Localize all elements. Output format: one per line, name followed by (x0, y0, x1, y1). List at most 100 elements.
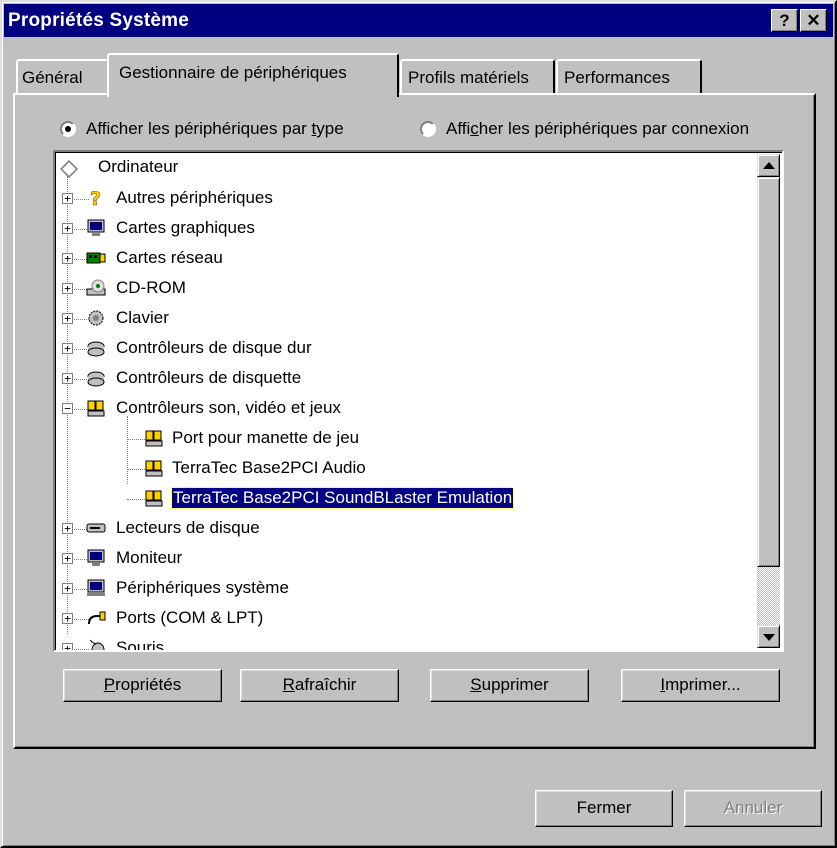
system-device-icon (85, 578, 107, 598)
expand-icon[interactable]: + (62, 583, 73, 594)
properties-button[interactable]: Propriétés (63, 669, 222, 702)
tab-device-manager[interactable]: Gestionnaire de périphériques (107, 53, 399, 97)
tree-item-label: Périphériques système (116, 578, 289, 597)
expand-icon[interactable]: + (62, 373, 73, 384)
svg-text:?: ? (90, 188, 101, 208)
tree-item-label: TerraTec Base2PCI Audio (172, 458, 366, 477)
radio-label: Afficher les périphériques par connexion (446, 119, 750, 138)
tab-performance[interactable]: Performances (556, 59, 702, 94)
tab-label: Performances (564, 68, 670, 87)
expand-icon[interactable]: + (62, 643, 73, 650)
monitor-icon (85, 218, 107, 238)
tree-root-label: Ordinateur (98, 157, 179, 176)
expand-icon[interactable]: + (62, 193, 73, 204)
sound-device-icon (143, 458, 165, 478)
tree-item[interactable]: + Cartes réseau (57, 244, 759, 274)
sound-device-icon (143, 428, 165, 448)
tree-item-label: Cartes graphiques (116, 218, 255, 237)
tab-hardware-profiles[interactable]: Profils matériels (400, 59, 555, 94)
tab-general[interactable]: Général (16, 59, 109, 94)
close-icon: ✕ (806, 11, 821, 30)
arrow-up-icon (763, 162, 775, 169)
radio-unchecked-icon[interactable] (420, 121, 436, 137)
tree-item-label: Contrôleurs de disquette (116, 368, 302, 387)
scroll-down-button[interactable] (757, 625, 780, 648)
tree-item[interactable]: + Lecteurs de disque (57, 514, 759, 544)
tree-item[interactable]: TerraTec Base2PCI SoundBLaster Emulation (57, 484, 759, 514)
remove-button[interactable]: Supprimer (430, 669, 589, 702)
expand-icon[interactable]: + (62, 223, 73, 234)
tree-item[interactable]: +? Autres périphériques (57, 184, 759, 214)
expand-icon[interactable]: + (62, 253, 73, 264)
tree-item[interactable]: + Contrôleurs de disque dur (57, 334, 759, 364)
tree-item[interactable]: + Périphériques système (57, 574, 759, 604)
tab-label: Général (22, 68, 83, 87)
tree-item[interactable]: + Cartes graphiques (57, 214, 759, 244)
tree-item[interactable]: + Ports (COM & LPT) (57, 604, 759, 634)
mouse-icon (85, 638, 107, 650)
collapse-icon[interactable]: − (62, 403, 73, 414)
refresh-button[interactable]: Rafraîchir (240, 669, 399, 702)
arrow-down-icon (763, 634, 775, 641)
tree-item[interactable]: + Contrôleurs de disquette (57, 364, 759, 394)
tree-item-label: Autres périphériques (116, 188, 273, 207)
expand-icon[interactable]: + (62, 553, 73, 564)
radio-view-by-type[interactable]: Afficher les périphériques par type (60, 117, 344, 141)
monitor-icon (85, 548, 107, 568)
sound-device-icon (143, 488, 165, 508)
close-window-button[interactable]: ✕ (800, 9, 827, 32)
network-card-icon (85, 248, 107, 268)
tree-item[interactable]: − Contrôleurs son, vidéo et jeux (57, 394, 759, 424)
tree-root-row[interactable]: Ordinateur (57, 154, 759, 184)
tree-item-label: TerraTec Base2PCI SoundBLaster Emulation (170, 487, 515, 509)
help-icon: ? (779, 11, 790, 30)
computer-diamond-icon (58, 159, 80, 179)
radio-view-by-connection[interactable]: Afficher les périphériques par connexion (420, 117, 749, 141)
expand-icon[interactable]: + (62, 313, 73, 324)
tree-item[interactable]: + Clavier (57, 304, 759, 334)
tree-item-label: Souris (116, 638, 165, 650)
expand-icon[interactable]: + (62, 613, 73, 624)
tree-item-label: Port pour manette de jeu (172, 428, 360, 447)
device-tree[interactable]: Ordinateur +? Autres périphériques + Cartes… (57, 154, 759, 650)
disk-drive-icon (85, 518, 107, 538)
scroll-track[interactable] (757, 567, 780, 625)
title-bar[interactable]: Propriétés Système ? ✕ (4, 4, 833, 37)
tab-label: Gestionnaire de périphériques (119, 63, 347, 82)
radio-label: Afficher les périphériques par type (86, 119, 344, 138)
tree-item[interactable]: TerraTec Base2PCI Audio (57, 454, 759, 484)
tree-item-label: CD-ROM (116, 278, 186, 297)
help-button[interactable]: ? (771, 9, 798, 32)
scroll-thumb[interactable] (757, 177, 780, 567)
cdrom-icon (85, 278, 107, 298)
tree-item[interactable]: + CD-ROM (57, 274, 759, 304)
tree-item-label: Clavier (116, 308, 169, 327)
tree-item[interactable]: Port pour manette de jeu (57, 424, 759, 454)
vertical-scrollbar[interactable] (757, 154, 780, 648)
tree-item-label: Ports (COM & LPT) (116, 608, 264, 627)
port-icon (85, 608, 107, 628)
question-icon: ? (85, 188, 107, 208)
expand-icon[interactable]: + (62, 523, 73, 534)
close-button[interactable]: Fermer (535, 790, 673, 827)
tree-item[interactable]: + Moniteur (57, 544, 759, 574)
tree-item-label: Lecteurs de disque (116, 518, 260, 537)
device-tree-listbox[interactable]: Ordinateur +? Autres périphériques + Cartes… (53, 150, 784, 652)
floppy-controller-icon (85, 368, 107, 388)
keyboard-icon (85, 308, 107, 328)
expand-icon[interactable]: + (62, 343, 73, 354)
tree-item-label: Contrôleurs son, vidéo et jeux (116, 398, 341, 417)
expand-icon[interactable]: + (62, 283, 73, 294)
tree-item[interactable]: + Souris (57, 634, 759, 650)
tab-label: Profils matériels (408, 68, 529, 87)
tree-item-label: Cartes réseau (116, 248, 223, 267)
cancel-button: Annuler (684, 790, 822, 827)
window-title: Propriétés Système (8, 10, 190, 31)
sound-video-icon (85, 398, 107, 418)
radio-checked-icon[interactable] (60, 121, 76, 137)
print-button[interactable]: Imprimer... (621, 669, 780, 702)
scroll-up-button[interactable] (757, 154, 780, 177)
disk-controller-icon (85, 338, 107, 358)
tree-item-label: Moniteur (116, 548, 183, 567)
tree-item-label: Contrôleurs de disque dur (116, 338, 312, 357)
